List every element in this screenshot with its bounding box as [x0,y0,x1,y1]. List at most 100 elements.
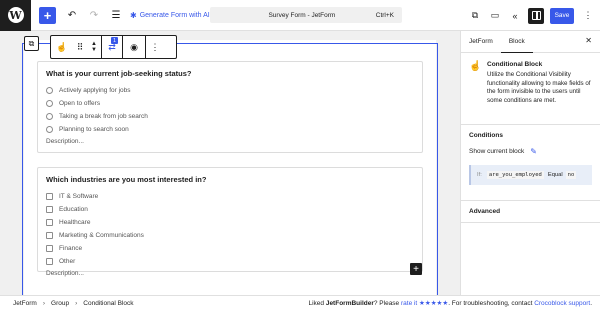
checkbox-option[interactable]: Healthcare [46,216,414,229]
condition-value: no [565,171,577,179]
plugin-name: JetFormBuilder [325,300,374,307]
visibility-button[interactable]: ◉ [123,36,145,58]
list-view-icon: ☰ [111,9,121,21]
field-label[interactable]: Which industries are you most interested… [46,175,414,184]
checkbox-option[interactable]: Education [46,203,414,216]
conditional-block-icon: ☝ [56,41,68,52]
radio-button[interactable] [46,113,53,120]
checkbox-option[interactable]: Other [46,255,414,268]
preview-button[interactable]: ▭ [485,10,505,21]
eye-icon: ◉ [130,41,138,52]
option-label: IT & Software [59,193,99,200]
field-label[interactable]: What is your current job-seeking status? [46,69,414,78]
undo-icon: ↶ [67,9,77,21]
chevron-down-icon: ▼ [91,47,97,53]
radio-field-block[interactable]: What is your current job-seeking status?… [37,61,423,153]
desktop-icon: ▭ [490,10,500,20]
condition-item[interactable]: If: are_you_employed Equal no [469,165,592,185]
group-icon: ⧉ [28,38,35,48]
conditions-panel-title[interactable]: Conditions [469,125,592,145]
breadcrumb: JetForm › Group › Conditional Block [0,300,134,307]
block-card-title: Conditional Block [487,61,543,68]
checkbox-option[interactable]: IT & Software [46,190,414,203]
tab-block[interactable]: Block [500,31,533,53]
liked-prefix: Liked [308,300,325,307]
period-text: . [590,300,592,307]
rate-link[interactable]: rate it ★★★★★ [401,300,448,307]
option-label: Open to offers [59,100,101,107]
condition-operator: Equal [547,172,563,178]
radio-option[interactable]: Actively applying for jobs [46,84,414,97]
checkbox-field-block[interactable]: Which industries are you most interested… [37,167,423,277]
checkbox[interactable] [46,245,53,252]
select-parent-button[interactable]: ⧉ [24,36,39,51]
checkbox[interactable] [46,193,53,200]
radio-button[interactable] [46,87,53,94]
add-block-button[interactable]: + [410,263,422,275]
block-toolbar: ☝ ⠿ ▲ ▼ ⇄ 1 ◉ ⋮ [50,35,177,59]
checkbox[interactable] [46,219,53,226]
close-icon: ✕ [585,36,592,45]
breadcrumb-jetform[interactable]: JetForm [13,300,37,307]
block-options-button[interactable]: ⋮ [146,36,164,58]
view-post-button[interactable]: ⧉ [465,10,485,21]
more-vertical-icon: ⋮ [150,41,160,52]
support-link[interactable]: Crocoblock support [534,300,590,307]
checkbox[interactable] [46,258,53,265]
move-buttons[interactable]: ▲ ▼ [87,36,101,58]
options-button[interactable]: ⋮ [580,10,596,21]
edit-conditions-button[interactable]: ✎ [530,147,537,156]
option-label: Education [59,206,88,213]
option-label: Actively applying for jobs [59,87,131,94]
settings-sidebar-toggle[interactable] [528,7,544,24]
generate-form-label: Generate Form with AI [139,11,210,19]
wordpress-logo-button[interactable]: W [0,0,31,31]
undo-button[interactable]: ↶ [62,5,82,25]
tab-jetform[interactable]: JetForm [461,31,501,53]
conditions-count-badge: 1 [111,37,118,44]
radio-option[interactable]: Planning to search soon [46,123,414,136]
rating-notice: Liked JetFormBuilder? Please rate it ★★★… [308,299,592,307]
checkbox-option[interactable]: Marketing & Communications [46,229,414,242]
save-button[interactable]: Save [550,7,574,24]
sidebar-icon [531,11,541,20]
pencil-icon: ✎ [530,147,537,156]
close-sidebar-button[interactable]: ✕ [585,36,592,45]
radio-button[interactable] [46,100,53,107]
condition-if-label: If: [477,172,482,178]
command-palette-button[interactable]: Survey Form - JetForm Ctrl+K [210,7,402,23]
drag-handle-icon: ⠿ [76,41,84,52]
field-description[interactable]: Description... [46,138,414,145]
document-title: Survey Form - JetForm [268,11,336,19]
editor-header: W + ↶ ↷ ☰ ✱ Generate Form with AI Survey… [0,0,600,31]
drag-handle[interactable]: ⠿ [73,36,87,58]
advanced-panel-toggle[interactable]: Advanced [461,201,600,223]
generate-form-ai-button[interactable]: ✱ Generate Form with AI [130,11,210,20]
collapse-button[interactable]: « [505,11,525,21]
document-overview-button[interactable]: ☰ [106,5,126,25]
chevron-right-icon: › [42,299,46,307]
block-card-description: Utilize the Conditional Visibility funct… [487,71,591,104]
option-label: Finance [59,245,83,252]
radio-option[interactable]: Taking a break from job search [46,110,414,123]
block-type-button[interactable]: ☝ [51,36,73,58]
option-label: Healthcare [59,219,91,226]
wordpress-icon: W [7,7,24,23]
block-card: ☝ Conditional Block Utilize the Conditio… [461,53,600,125]
checkbox[interactable] [46,206,53,213]
block-inserter-button[interactable]: + [39,6,56,24]
checkbox[interactable] [46,232,53,239]
option-label: Marketing & Communications [59,232,144,239]
field-description[interactable]: Description... [46,270,414,277]
conditions-button[interactable]: ⇄ 1 [102,36,122,58]
editor-footer: JetForm › Group › Conditional Block Like… [0,295,600,310]
settings-sidebar: JetForm Block ✕ ☝ Conditional Block Util… [460,31,600,295]
breadcrumb-group[interactable]: Group [51,300,69,307]
option-label: Other [59,258,76,265]
redo-button[interactable]: ↷ [84,5,104,25]
radio-button[interactable] [46,126,53,133]
radio-option[interactable]: Open to offers [46,97,414,110]
option-label: Planning to search soon [59,126,129,133]
double-chevron-left-icon: « [512,10,518,21]
checkbox-option[interactable]: Finance [46,242,414,255]
